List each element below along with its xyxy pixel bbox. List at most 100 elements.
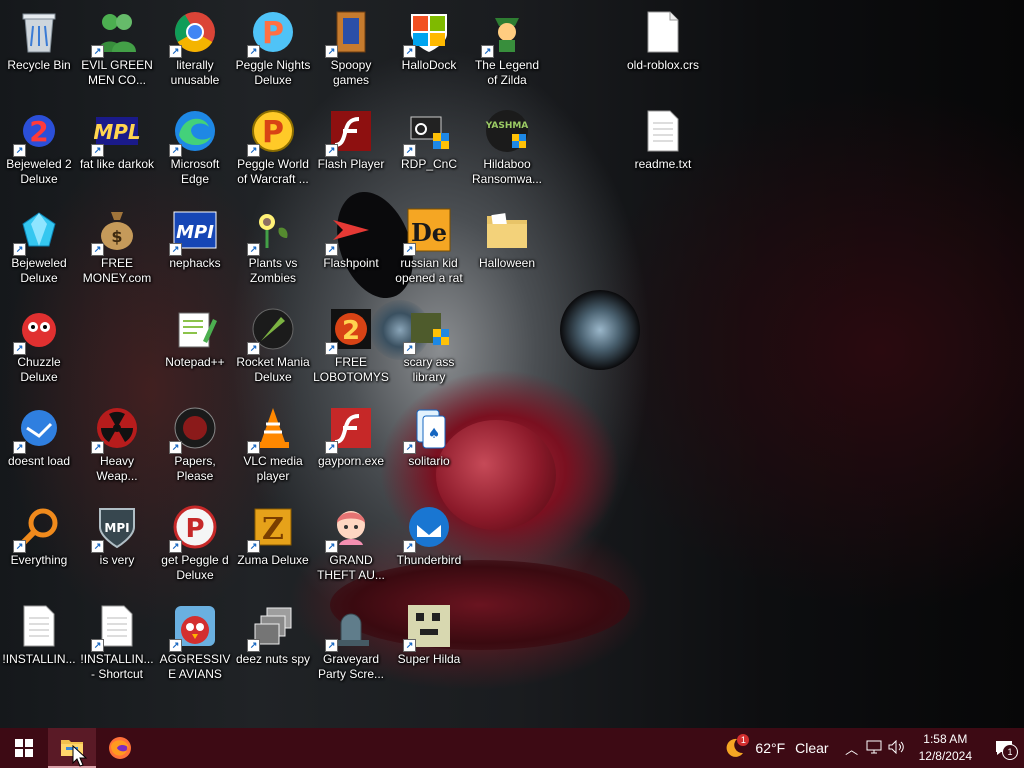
shortcut-arrow-icon: ↗ bbox=[247, 45, 260, 58]
deez-nuts-spy-icon[interactable]: ↗ deez nuts spy bbox=[234, 598, 312, 667]
start-button[interactable] bbox=[0, 728, 48, 768]
bejeweled-2-deluxe-icon[interactable]: 2 ↗ Bejeweled 2 Deluxe bbox=[0, 103, 78, 187]
shortcut-arrow-icon: ↗ bbox=[91, 540, 104, 553]
shortcut-arrow-icon: ↗ bbox=[91, 243, 104, 256]
seal-icon: ↗ bbox=[169, 404, 219, 454]
shortcut-arrow-icon: ↗ bbox=[13, 144, 26, 157]
bejeweled-deluxe-icon[interactable]: ↗ Bejeweled Deluxe bbox=[0, 202, 78, 286]
icon-label: Hildaboo Ransomwa... bbox=[471, 157, 543, 186]
shortcut-arrow-icon: ↗ bbox=[91, 441, 104, 454]
blank-file-icon bbox=[639, 8, 687, 56]
chrome-icon[interactable]: ↗ literally unusable bbox=[156, 4, 234, 88]
icon-label: Flash Player bbox=[317, 157, 385, 171]
flash-player-icon[interactable]: ↗ Flash Player bbox=[312, 103, 390, 172]
chuzzle-deluxe-icon[interactable]: ↗ Chuzzle Deluxe bbox=[0, 301, 78, 385]
russian-kid-icon[interactable]: De ↗ russian kid opened a rat bbox=[390, 202, 468, 286]
weather-widget[interactable]: 1 62°F Clear bbox=[715, 728, 840, 768]
pixel-character-icon: ↗ bbox=[403, 602, 453, 652]
halloween-folder-icon[interactable]: Halloween bbox=[468, 202, 546, 271]
legend-of-zilda-icon[interactable]: ↗ The Legend of Zilda bbox=[468, 4, 546, 88]
notepad-plus-plus-icon[interactable]: Notepad++ bbox=[156, 301, 234, 370]
show-hidden-icons-button[interactable]: ︿ bbox=[841, 739, 863, 758]
weather-temp: 62°F bbox=[755, 740, 786, 756]
shortcut-arrow-icon: ↗ bbox=[403, 540, 416, 553]
gayporn-exe-icon[interactable]: ↗ gayporn.exe bbox=[312, 400, 390, 469]
thunderbird-icon[interactable]: ↗ Thunderbird bbox=[390, 499, 468, 568]
thunderbird-bird-image: ↗ bbox=[13, 404, 63, 454]
shortcut-arrow-icon: ↗ bbox=[403, 243, 416, 256]
everything-icon[interactable]: ↗ Everything bbox=[0, 499, 78, 568]
shortcut-arrow-icon: ↗ bbox=[91, 45, 104, 58]
rdp-cnc-icon[interactable]: ↗ RDP_CnC bbox=[390, 103, 468, 172]
spoopy-games-icon[interactable]: ↗ Spoopy games bbox=[312, 4, 390, 88]
free-lobotomys-icon[interactable]: 2 ↗ FREE LOBOTOMYS bbox=[312, 301, 390, 385]
get-peggle-deluxe-icon[interactable]: P ↗ get Peggle d Deluxe bbox=[156, 499, 234, 583]
doesnt-load-icon[interactable]: ↗ doesnt load bbox=[0, 400, 78, 469]
super-hilda-icon[interactable]: ↗ Super Hilda bbox=[390, 598, 468, 667]
vlc-media-player-icon[interactable]: ↗ VLC media player bbox=[234, 400, 312, 484]
svg-text:YASHMA: YASHMA bbox=[485, 121, 529, 131]
desktop[interactable]: Recycle Bin 2 ↗ Bejeweled 2 Deluxe ↗ Bej… bbox=[0, 0, 1024, 728]
flashpoint-icon[interactable]: ↗ Flashpoint bbox=[312, 202, 390, 271]
plants-vs-zombies-icon[interactable]: ↗ Plants vs Zombies bbox=[234, 202, 312, 286]
hildaboo-ransomware-icon[interactable]: YASHMA Hildaboo Ransomwa... bbox=[468, 103, 546, 187]
icon-label: Plants vs Zombies bbox=[248, 256, 298, 285]
evil-green-men-icon[interactable]: ↗ EVIL GREEN MEN CO... bbox=[78, 4, 156, 88]
network-button[interactable] bbox=[863, 740, 885, 757]
installing-shortcut-icon[interactable]: ↗ !INSTALLIN... - Shortcut bbox=[78, 598, 156, 682]
readme-file-icon[interactable]: readme.txt bbox=[624, 103, 702, 172]
free-money-icon[interactable]: $ ↗ FREE MONEY.com bbox=[78, 202, 156, 286]
notification-center-button[interactable]: 1 bbox=[984, 728, 1024, 768]
is-very-icon[interactable]: MPI ↗ is very bbox=[78, 499, 156, 568]
notepad-icon bbox=[171, 305, 219, 353]
icon-label: Halloween bbox=[478, 256, 536, 270]
aggressive-avians-icon[interactable]: ↗ AGGRESSIVE AVIANS bbox=[156, 598, 234, 682]
shortcut-arrow-icon: ↗ bbox=[169, 144, 182, 157]
icon-label: Microsoft Edge bbox=[170, 157, 220, 186]
shortcut-arrow-icon: ↗ bbox=[91, 639, 104, 652]
hallodock-icon[interactable]: ↗ HalloDock bbox=[390, 4, 468, 73]
windows-logo-icon bbox=[15, 739, 33, 757]
clock[interactable]: 1:58 AM 12/8/2024 bbox=[907, 731, 984, 765]
installing-file-icon[interactable]: !INSTALLIN... bbox=[0, 598, 78, 667]
solitario-icon[interactable]: ♠ ↗ solitario bbox=[390, 400, 468, 469]
svg-text:MPI: MPI bbox=[176, 222, 214, 243]
shortcut-arrow-icon: ↗ bbox=[325, 45, 338, 58]
icon-label: EVIL GREEN MEN CO... bbox=[81, 58, 153, 87]
icon-label: readme.txt bbox=[634, 157, 692, 171]
mpl-logo-image: MPL ↗ bbox=[91, 107, 141, 157]
svg-text:De: De bbox=[411, 218, 447, 247]
graveyard-party-icon[interactable]: ↗ Graveyard Party Scre... bbox=[312, 598, 390, 682]
heavy-weapon-icon[interactable]: ↗ Heavy Weap... bbox=[78, 400, 156, 484]
icon-label: HalloDock bbox=[401, 58, 457, 72]
old-roblox-file-icon[interactable]: old-roblox.crs bbox=[624, 4, 702, 73]
icon-label: Spoopy games bbox=[330, 58, 372, 87]
radiation-icon: ↗ bbox=[91, 404, 141, 454]
shortcut-arrow-icon: ↗ bbox=[403, 342, 416, 355]
icon-label: Flashpoint bbox=[323, 256, 379, 270]
papers-please-icon[interactable]: ↗ Papers, Please bbox=[156, 400, 234, 484]
chevron-up-icon: ︿ bbox=[845, 741, 859, 757]
peggle-p-icon: P ↗ bbox=[247, 107, 297, 157]
angry-bird-icon: ↗ bbox=[169, 602, 219, 652]
grand-theft-auto-icon[interactable]: ↗ GRAND THEFT AU... bbox=[312, 499, 390, 583]
system-tray: 1 62°F Clear ︿ 1:58 AM 12/8/2024 1 bbox=[715, 728, 1024, 768]
rocket-mania-icon[interactable]: ↗ Rocket Mania Deluxe bbox=[234, 301, 312, 385]
nephacks-icon[interactable]: MPI ↗ nephacks bbox=[156, 202, 234, 271]
svg-text:P: P bbox=[262, 115, 284, 150]
svg-text:♠: ♠ bbox=[428, 426, 441, 442]
shortcut-arrow-icon: ↗ bbox=[325, 342, 338, 355]
icon-label: Heavy Weap... bbox=[96, 454, 138, 483]
recycle-bin-icon[interactable]: Recycle Bin bbox=[0, 4, 78, 73]
scary-ass-library-icon[interactable]: ↗ scary ass library bbox=[390, 301, 468, 385]
thunderbird-logo-icon: ↗ bbox=[403, 503, 453, 553]
zuma-deluxe-icon[interactable]: Z ↗ Zuma Deluxe bbox=[234, 499, 312, 568]
firefox-taskbar-button[interactable] bbox=[96, 728, 144, 768]
shortcut-arrow-icon: ↗ bbox=[13, 342, 26, 355]
peggle-world-of-warcraft-icon[interactable]: P ↗ Peggle World of Warcraft ... bbox=[234, 103, 312, 187]
fat-like-darkok-icon[interactable]: MPL ↗ fat like darkok bbox=[78, 103, 156, 172]
microsoft-edge-icon[interactable]: ↗ Microsoft Edge bbox=[156, 103, 234, 187]
flashpoint-logo-icon: ↗ bbox=[325, 206, 375, 256]
volume-button[interactable] bbox=[885, 739, 907, 757]
peggle-nights-icon[interactable]: P ↗ Peggle Nights Deluxe bbox=[234, 4, 312, 88]
